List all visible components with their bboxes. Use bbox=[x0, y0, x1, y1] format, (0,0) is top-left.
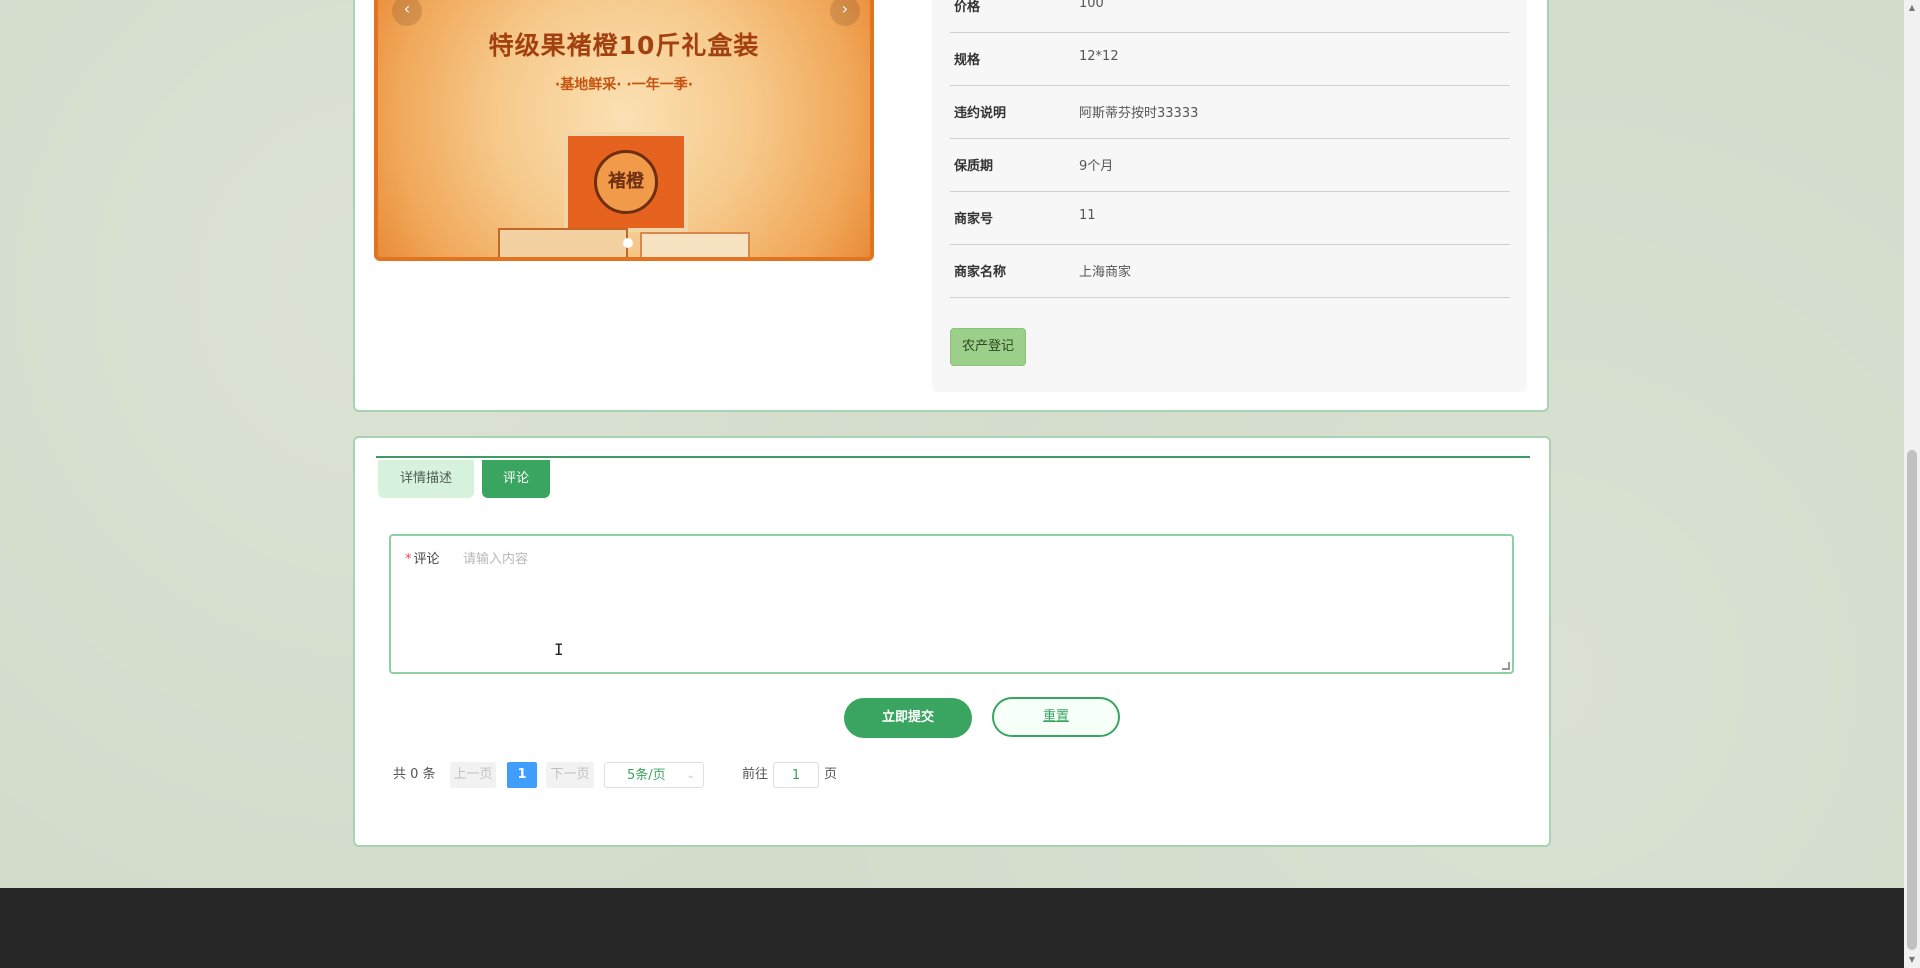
carousel-image-subtitle: ·基地鲜采· ·一年一季· bbox=[554, 77, 694, 93]
chevron-down-icon: ⌄ bbox=[686, 770, 695, 781]
product-box-seal: 褚橙 bbox=[594, 150, 658, 214]
pagination-page-1[interactable]: 1 bbox=[507, 762, 537, 788]
comment-label-text: 评论 bbox=[413, 552, 440, 567]
info-row-merchant-id: 商家号 11 bbox=[950, 192, 1510, 245]
info-label: 商家号 bbox=[954, 212, 994, 227]
info-value: 9个月 bbox=[1079, 159, 1114, 174]
required-mark: * bbox=[405, 552, 412, 567]
info-value: 100 bbox=[1079, 0, 1104, 11]
scroll-up-icon[interactable]: ▲ bbox=[1904, 0, 1920, 16]
info-value: 11 bbox=[1079, 208, 1096, 223]
pagination-total: 共 0 条 bbox=[393, 767, 436, 782]
info-value: 阿斯蒂芬按时33333 bbox=[1079, 106, 1199, 121]
pagination-page-suffix: 页 bbox=[824, 767, 838, 782]
tab-detail[interactable]: 详情描述 bbox=[378, 460, 474, 498]
comment-label: * 评论 bbox=[405, 548, 440, 567]
scroll-down-icon[interactable]: ▼ bbox=[1904, 952, 1920, 968]
pagination-goto-label: 前往 bbox=[742, 767, 769, 782]
scrollbar-thumb[interactable] bbox=[1907, 450, 1917, 950]
submit-button[interactable]: 立即提交 bbox=[844, 698, 972, 738]
info-value: 12*12 bbox=[1079, 49, 1119, 64]
vertical-scrollbar[interactable]: ▲ ▼ bbox=[1904, 0, 1920, 968]
info-label: 规格 bbox=[954, 53, 981, 68]
pagination-goto-input[interactable]: 1 bbox=[773, 762, 819, 788]
product-box-image-2 bbox=[498, 228, 628, 257]
reset-button[interactable]: 重置 bbox=[992, 697, 1120, 737]
carousel-indicator-dot[interactable] bbox=[623, 238, 633, 248]
info-row-breach: 违约说明 阿斯蒂芬按时33333 bbox=[950, 86, 1510, 139]
product-carousel[interactable]: 特级果褚橙10斤礼盒装 ·基地鲜采· ·一年一季· 褚橙 ‹ › bbox=[374, 0, 874, 261]
carousel-next-icon[interactable]: › bbox=[830, 0, 860, 26]
info-label: 保质期 bbox=[954, 159, 994, 174]
farm-register-button[interactable]: 农产登记 bbox=[950, 328, 1026, 366]
info-row-merchant-name: 商家名称 上海商家 bbox=[950, 245, 1510, 298]
page-size-select[interactable]: 5条/页 ⌄ bbox=[604, 762, 704, 788]
page-size-value: 5条/页 bbox=[627, 768, 666, 783]
tab-divider bbox=[376, 456, 1530, 458]
product-box-image-3 bbox=[640, 232, 750, 257]
page-footer bbox=[0, 888, 1904, 968]
product-box-image: 褚橙 bbox=[564, 132, 688, 232]
comment-textarea[interactable] bbox=[463, 544, 1493, 670]
product-info-panel: 价格 100 规格 12*12 违约说明 阿斯蒂芬按时33333 保质期 9个月… bbox=[932, 0, 1527, 392]
info-row-shelf-life: 保质期 9个月 bbox=[950, 139, 1510, 192]
info-row-spec: 规格 12*12 bbox=[950, 33, 1510, 86]
info-label: 违约说明 bbox=[954, 106, 1007, 121]
info-label: 商家名称 bbox=[954, 265, 1007, 280]
resize-handle-icon[interactable] bbox=[1502, 662, 1510, 670]
info-row-price: 价格 100 bbox=[950, 0, 1510, 33]
carousel-image-title: 特级果褚橙10斤礼盒装 bbox=[488, 31, 760, 60]
carousel-prev-icon[interactable]: ‹ bbox=[392, 0, 422, 26]
pagination-prev-button[interactable]: 上一页 bbox=[450, 762, 496, 788]
info-label: 价格 bbox=[954, 0, 981, 15]
info-value: 上海商家 bbox=[1079, 265, 1132, 280]
text-cursor-icon: I bbox=[554, 640, 564, 659]
tab-comment[interactable]: 评论 bbox=[482, 460, 550, 498]
pagination-next-button[interactable]: 下一页 bbox=[546, 762, 594, 788]
